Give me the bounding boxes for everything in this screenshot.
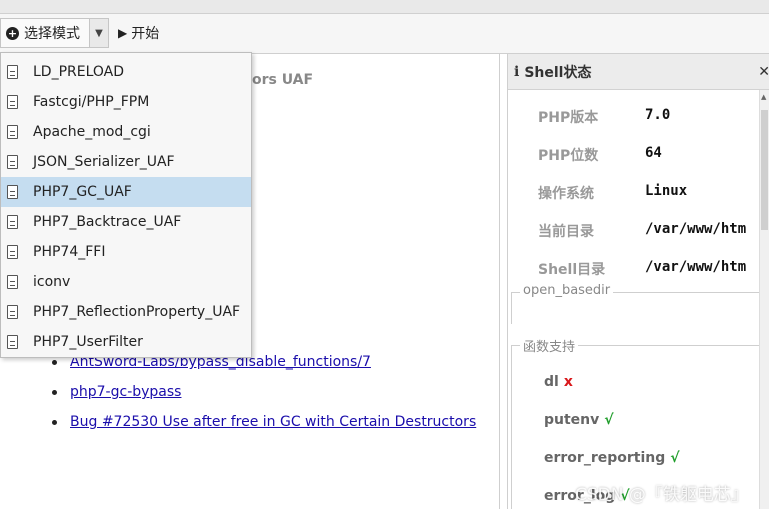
function-name: dl: [544, 374, 559, 390]
toolbar: + 选择模式 ▼ ▶ 开始: [0, 14, 769, 54]
function-name: putenv: [544, 412, 600, 428]
check-icon: √: [604, 412, 614, 428]
info-key: Shell目录: [538, 262, 606, 278]
menu-item-label: PHP7_ReflectionProperty_UAF: [33, 304, 241, 320]
mode-dropdown-menu: LD_PRELOAD Fastcgi/PHP_FPM Apache_mod_cg…: [0, 52, 252, 358]
info-value: 64: [645, 145, 662, 161]
info-key: 操作系统: [538, 186, 594, 202]
menu-item-ld-preload[interactable]: LD_PRELOAD: [1, 57, 251, 87]
cross-icon: x: [563, 374, 573, 390]
list-item: Bug #72530 Use after free in GC with Cer…: [52, 414, 476, 444]
scroll-up-arrow-icon[interactable]: ▲: [761, 93, 766, 101]
open-basedir-legend: open_basedir: [520, 283, 614, 298]
menu-item-label: PHP7_Backtrace_UAF: [33, 214, 182, 230]
shell-status-panel: i Shell状态 ✕ PHP版本 7.0 PHP位数 64 操作系统 Linu…: [507, 54, 769, 509]
menu-item-label: PHP7_UserFilter: [33, 334, 143, 350]
file-code-icon: [7, 215, 18, 229]
file-code-icon: [7, 185, 18, 199]
function-row-dl: dl x: [544, 374, 573, 396]
panel-scrollbar[interactable]: ▲: [759, 90, 769, 509]
close-icon[interactable]: ✕: [758, 64, 769, 80]
info-value: /var/www/htm: [645, 221, 747, 237]
function-name: error_reporting: [544, 450, 666, 466]
plus-circle-icon: +: [6, 26, 19, 40]
select-mode-label: 选择模式: [24, 26, 80, 42]
menu-item-php7-userfilter[interactable]: PHP7_UserFilter: [1, 327, 251, 357]
file-code-icon: [7, 65, 18, 79]
file-code-icon: [7, 125, 18, 139]
menu-item-php7-reflectionproperty-uaf[interactable]: PHP7_ReflectionProperty_UAF: [1, 297, 251, 327]
menu-item-label: Fastcgi/PHP_FPM: [33, 94, 150, 110]
play-icon: ▶: [118, 26, 128, 40]
menu-item-label: Apache_mod_cgi: [33, 124, 151, 140]
file-code-icon: [7, 335, 18, 349]
menu-item-label: JSON_Serializer_UAF: [33, 154, 175, 170]
menu-item-fastcgi-php-fpm[interactable]: Fastcgi/PHP_FPM: [1, 87, 251, 117]
caret-down-icon: ▼: [95, 27, 103, 39]
menu-item-php74-ffi[interactable]: PHP74_FFI: [1, 237, 251, 267]
list-item: AntSword-Labs/bypass_disable_functions/7: [52, 354, 476, 384]
function-row-putenv: putenv √: [544, 412, 614, 434]
select-mode-button[interactable]: + 选择模式: [0, 18, 90, 48]
open-basedir-section: open_basedir: [511, 283, 761, 324]
menu-item-label: PHP74_FFI: [33, 244, 106, 260]
file-code-icon: [7, 155, 18, 169]
menu-item-iconv[interactable]: iconv: [1, 267, 251, 297]
info-key: 当前目录: [538, 224, 594, 240]
info-value: 7.0: [645, 107, 671, 123]
info-key: PHP版本: [538, 110, 599, 126]
file-code-icon: [7, 275, 18, 289]
menu-item-label: iconv: [33, 274, 71, 290]
check-icon: √: [670, 450, 680, 466]
scrollbar-thumb[interactable]: [761, 110, 768, 230]
file-code-icon: [7, 305, 18, 319]
reference-links: AntSword-Labs/bypass_disable_functions/7…: [52, 354, 476, 444]
info-value: /var/www/htm: [645, 259, 747, 275]
menu-item-php7-backtrace-uaf[interactable]: PHP7_Backtrace_UAF: [1, 207, 251, 237]
panel-title: Shell状态: [524, 64, 592, 81]
reference-link-php7-gc-bypass[interactable]: php7-gc-bypass: [70, 384, 181, 400]
page-heading: ors UAF: [252, 72, 314, 88]
panel-header: i Shell状态 ✕: [508, 54, 769, 90]
info-key: PHP位数: [538, 148, 599, 164]
file-code-icon: [7, 95, 18, 109]
menu-item-label: LD_PRELOAD: [33, 64, 125, 80]
function-support-legend: 函数支持: [520, 336, 579, 355]
list-item: php7-gc-bypass: [52, 384, 476, 414]
menu-item-php7-gc-uaf[interactable]: PHP7_GC_UAF: [1, 177, 251, 207]
reference-link-bug-72530[interactable]: Bug #72530 Use after free in GC with Cer…: [70, 414, 476, 430]
file-code-icon: [7, 245, 18, 259]
info-value: Linux: [645, 183, 688, 199]
function-row-error-reporting: error_reporting √: [544, 450, 680, 472]
menu-item-label: PHP7_GC_UAF: [33, 184, 132, 200]
watermark: CSDN @『铁躯电芯』: [575, 485, 748, 505]
window-title-strip: [0, 0, 769, 14]
info-icon: i: [514, 63, 520, 80]
menu-item-apache-mod-cgi[interactable]: Apache_mod_cgi: [1, 117, 251, 147]
start-button[interactable]: ▶ 开始: [118, 18, 159, 48]
app-window: + 选择模式 ▼ ▶ 开始 ors UAF AntSword-Labs/bypa…: [0, 0, 769, 509]
start-label: 开始: [131, 26, 160, 42]
menu-item-json-serializer-uaf[interactable]: JSON_Serializer_UAF: [1, 147, 251, 177]
mode-dropdown-toggle[interactable]: ▼: [89, 18, 109, 48]
